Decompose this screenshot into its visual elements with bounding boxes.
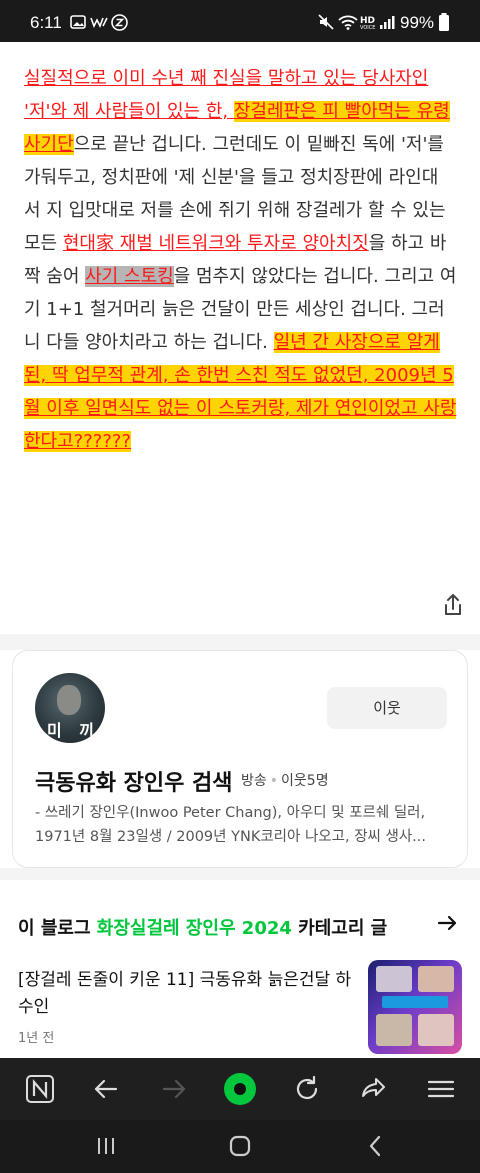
article-text: 기 1+1 철거머리 늙은 건달이 만든 세상인 겁니다. 그러 (24, 299, 445, 320)
article-line: 월 이후 일면식도 없는 이 스토커랑, 제가 연인이었고 사랑 (24, 392, 460, 425)
system-navigation-bar (0, 1120, 480, 1173)
article-text: 을 하고 바 (368, 233, 447, 254)
arrow-right-icon[interactable] (436, 912, 458, 934)
article-line: 모든 현대家 재벌 네트워크와 투자로 양아치짓을 하고 바 (24, 227, 460, 260)
meta-separator: • (269, 773, 279, 789)
category-title-suffix: 카테고리 글 (291, 918, 388, 939)
share-icon[interactable] (356, 1072, 390, 1106)
back-icon[interactable] (362, 1132, 390, 1160)
blog-description: - 쓰레기 장인우(Inwoo Peter Chang), 아우디 및 포르쉐 … (35, 805, 426, 845)
article-line: 사기단으로 끝난 겁니다. 그런데도 이 밑빠진 독에 '저'를 (24, 128, 460, 161)
category-title-prefix: 이 블로그 (18, 918, 97, 939)
article-body: 실질적으로 이미 수년 째 진실을 말하고 있는 당사자인 '저'와 제 사람들이… (24, 62, 460, 458)
naver-n-icon[interactable] (23, 1072, 57, 1106)
post-thumbnail[interactable] (368, 960, 462, 1054)
article-line: 된, 딱 업무적 관계, 손 한번 스친 적도 없었던, 2009년 5 (24, 359, 460, 392)
section-divider (0, 868, 480, 880)
article-text: 가둬두고, 정치판에 '제 신분'을 들고 정치장판에 라인대 (24, 167, 439, 188)
avatar-text: 미 끼 (47, 721, 101, 740)
article-line: 실질적으로 이미 수년 째 진실을 말하고 있는 당사자인 (24, 62, 460, 95)
article-line: 짝 숨어 사기 스토킹을 멈추지 않았다는 겁니다. 그리고 여 (24, 260, 460, 293)
status-time: 6:11 (30, 13, 62, 32)
blog-category: 방송 (241, 773, 267, 789)
battery-icon (439, 13, 449, 31)
wifi-icon (338, 15, 358, 30)
thumbnail-band (382, 996, 448, 1008)
highlighted-text: 일년 간 사장으로 알게 (273, 332, 440, 353)
post-title[interactable]: [장걸레 돈줄이 키운 11] 극동유화 늙은건달 하수인 (18, 967, 358, 1021)
w-app-icon (90, 17, 108, 28)
battery-level: 99% (400, 13, 435, 32)
share-icon[interactable] (440, 592, 466, 618)
article-line: 한다고?????? (24, 425, 460, 458)
thumbnail-photo (418, 1014, 454, 1046)
highlighted-text: '저'와 제 사람들이 있는 한, (24, 101, 234, 122)
highlighted-text: 현대家 재벌 네트워크와 투자로 양아치짓 (62, 233, 369, 254)
browser-toolbar (0, 1058, 480, 1120)
highlighted-text: 된, 딱 업무적 관계, 손 한번 스친 적도 없었던, 2009년 5 (24, 365, 454, 386)
refresh-icon[interactable] (290, 1072, 324, 1106)
menu-icon[interactable] (424, 1072, 458, 1106)
highlighted-text: 사기단 (24, 134, 74, 155)
post-time: 1년 전 (18, 1031, 55, 1046)
thumbnail-photo (376, 966, 412, 992)
highlighted-text: 한다고?????? (24, 431, 132, 452)
signal-icon (380, 16, 395, 29)
blog-meta: 방송 • 이웃5명 (241, 770, 329, 790)
gallery-icon (70, 15, 86, 29)
mute-icon (318, 14, 334, 30)
article-text: 을 멈추지 않았다는 겁니다. 그리고 여 (173, 266, 457, 287)
article-line: '저'와 제 사람들이 있는 한, 장걸레판은 피 빨아먹는 유령 (24, 95, 460, 128)
hd-voice-icon: HDVOICE (360, 16, 375, 30)
z-app-icon (111, 14, 128, 31)
article-text: 니 다들 양아치라고 하는 겁니다. (24, 332, 274, 353)
article-text: 짝 숨어 (24, 266, 86, 287)
back-arrow-icon[interactable] (89, 1072, 123, 1106)
category-section-title[interactable]: 이 블로그 화장실걸레 장인우 2024 카테고리 글 (18, 914, 387, 940)
recent-apps-icon[interactable] (92, 1132, 120, 1160)
avatar-face (57, 685, 81, 715)
article-text: 으로 끝난 겁니다. 그런데도 이 밑빠진 독에 '저'를 (73, 134, 444, 155)
thumbnail-photo (418, 966, 454, 992)
highlighted-text: 실질적으로 이미 수년 째 진실을 말하고 있는 당사자인 (24, 68, 429, 89)
status-bar: 6:11 HD VOICE 99% (0, 0, 480, 42)
home-icon[interactable] (226, 1132, 254, 1160)
article-text: 모든 (24, 233, 63, 254)
blog-name[interactable]: 극동유화 장인우 검색 (35, 765, 232, 797)
article-line: 기 1+1 철거머리 늙은 건달이 만든 세상인 겁니다. 그러 (24, 293, 460, 326)
article-line: 가둬두고, 정치판에 '제 신분'을 들고 정치장판에 라인대 (24, 161, 460, 194)
highlighted-text: 월 이후 일면식도 없는 이 스토커랑, 제가 연인이었고 사랑 (24, 398, 457, 419)
add-neighbor-button[interactable]: 이웃 (327, 687, 447, 729)
category-name: 화장실걸레 장인우 2024 (96, 918, 292, 939)
svg-text:VOICE: VOICE (360, 25, 375, 30)
forward-arrow-icon[interactable] (157, 1072, 191, 1106)
blogger-profile-card[interactable]: 미 끼 이웃 극동유화 장인우 검색 방송 • 이웃5명 - 쓰레기 장인우(Inw… (12, 650, 468, 868)
article-line: 니 다들 양아치라고 하는 겁니다. 일년 간 사장으로 알게 (24, 326, 460, 359)
avatar[interactable]: 미 끼 (35, 673, 105, 743)
thumbnail-photo (376, 1014, 412, 1046)
section-divider (0, 634, 480, 650)
green-home-icon[interactable] (223, 1072, 257, 1106)
highlighted-text: 사기 스토킹 (85, 266, 174, 287)
highlighted-text: 장걸레판은 피 빨아먹는 유령 (233, 101, 450, 122)
blog-neighbor-count: 이웃5명 (281, 773, 329, 789)
article-line: 서 지 입맛대로 저를 손에 쥐기 위해 장걸레가 할 수 있는 (24, 194, 460, 227)
article-text: 서 지 입맛대로 저를 손에 쥐기 위해 장걸레가 할 수 있는 (24, 200, 446, 221)
